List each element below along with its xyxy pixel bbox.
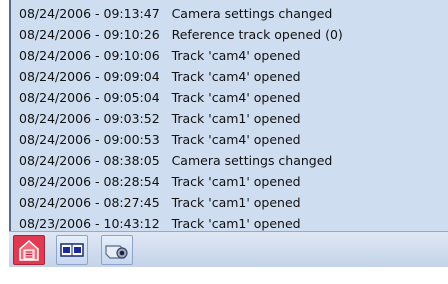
track-manager-button[interactable] [13, 235, 45, 265]
event-log-list: 08/24/2006 - 09:13:47 Camera settings ch… [19, 3, 343, 231]
event-log-panel[interactable]: 08/24/2006 - 09:13:47 Camera settings ch… [9, 0, 448, 231]
log-entry[interactable]: 08/24/2006 - 09:09:04 Track 'cam4' opene… [19, 66, 343, 87]
log-message: Track 'cam4' opened [171, 90, 301, 105]
log-message: Track 'cam1' opened [171, 195, 301, 210]
camera-icon [105, 245, 128, 259]
log-message: Track 'cam1' opened [171, 216, 301, 231]
log-message: Track 'cam4' opened [171, 132, 301, 147]
log-message: Reference track opened (0) [171, 27, 343, 42]
log-timestamp: 08/24/2006 - 09:00:53 [19, 132, 160, 147]
log-timestamp: 08/24/2006 - 08:28:54 [19, 174, 160, 189]
log-message: Track 'cam1' opened [171, 111, 301, 126]
track-manager-icon [19, 239, 39, 261]
log-window: 08/24/2006 - 09:13:47 Camera settings ch… [0, 0, 448, 284]
log-message: Track 'cam4' opened [171, 48, 301, 63]
log-message: Track 'cam4' opened [171, 69, 301, 84]
window-bottom-margin [0, 267, 448, 284]
split-view-icon [60, 243, 84, 257]
log-entry[interactable]: 08/24/2006 - 09:05:04 Track 'cam4' opene… [19, 87, 343, 108]
log-entry[interactable]: 08/24/2006 - 09:03:52 Track 'cam1' opene… [19, 108, 343, 129]
log-message: Camera settings changed [171, 153, 333, 168]
log-timestamp: 08/24/2006 - 09:03:52 [19, 111, 160, 126]
camera-button[interactable] [101, 235, 133, 265]
log-timestamp: 08/24/2006 - 09:09:04 [19, 69, 160, 84]
bottom-toolbar [9, 231, 448, 267]
log-entry[interactable]: 08/24/2006 - 08:28:54 Track 'cam1' opene… [19, 171, 343, 192]
log-entry[interactable]: 08/24/2006 - 08:38:05 Camera settings ch… [19, 150, 343, 171]
log-timestamp: 08/24/2006 - 09:10:06 [19, 48, 160, 63]
log-message: Track 'cam1' opened [171, 174, 301, 189]
log-entry[interactable]: 08/24/2006 - 09:10:06 Track 'cam4' opene… [19, 45, 343, 66]
log-entry[interactable]: 08/24/2006 - 09:10:26 Reference track op… [19, 24, 343, 45]
split-view-button[interactable] [56, 235, 88, 265]
log-timestamp: 08/23/2006 - 10:43:12 [19, 216, 160, 231]
log-timestamp: 08/24/2006 - 08:27:45 [19, 195, 160, 210]
log-timestamp: 08/24/2006 - 09:10:26 [19, 27, 160, 42]
log-entry[interactable]: 08/24/2006 - 08:27:45 Track 'cam1' opene… [19, 192, 343, 213]
log-entry[interactable]: 08/24/2006 - 09:13:47 Camera settings ch… [19, 3, 343, 24]
log-message: Camera settings changed [171, 6, 333, 21]
log-entry[interactable]: 08/23/2006 - 10:43:12 Track 'cam1' opene… [19, 213, 343, 231]
log-timestamp: 08/24/2006 - 09:13:47 [19, 6, 160, 21]
log-entry[interactable]: 08/24/2006 - 09:00:53 Track 'cam4' opene… [19, 129, 343, 150]
log-timestamp: 08/24/2006 - 08:38:05 [19, 153, 160, 168]
log-timestamp: 08/24/2006 - 09:05:04 [19, 90, 160, 105]
